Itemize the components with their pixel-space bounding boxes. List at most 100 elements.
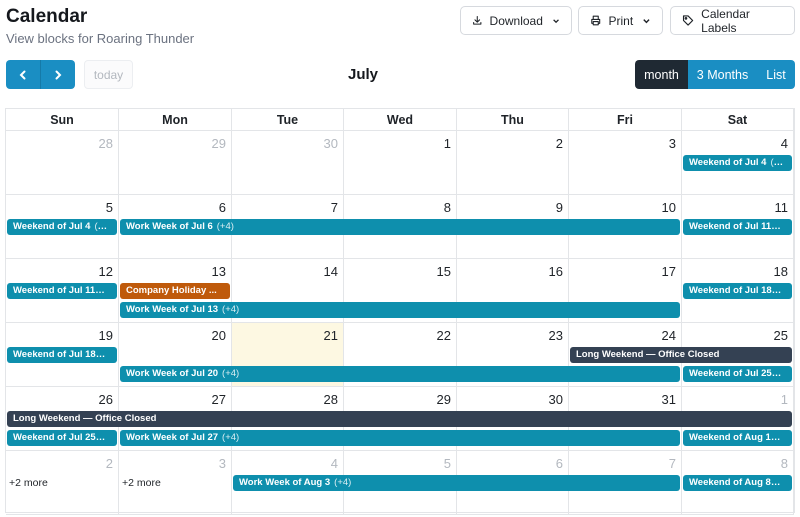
today-button[interactable]: today	[84, 60, 133, 89]
day-number[interactable]: 8	[781, 456, 788, 471]
event-title: Long Weekend — Office Closed	[13, 413, 157, 424]
day-number[interactable]: 28	[99, 136, 113, 151]
day-header-tue: Tue	[232, 109, 344, 131]
day-number[interactable]: 23	[549, 328, 563, 343]
event-bar[interactable]: Weekend of Jul 18 (+1)	[7, 347, 117, 363]
day-number[interactable]: 21	[324, 328, 338, 343]
day-number[interactable]: 5	[444, 456, 451, 471]
event-title: Work Week of Aug 3	[239, 477, 331, 488]
event-bar[interactable]: Weekend of Jul 18 (+1)	[683, 283, 792, 299]
day-cell[interactable]: 2	[457, 131, 569, 195]
day-number[interactable]: 4	[781, 136, 788, 151]
event-bar[interactable]: Weekend of Jul 25 (+1)	[7, 430, 117, 446]
day-number[interactable]: 15	[437, 264, 451, 279]
event-title: Weekend of Aug 1	[689, 432, 771, 443]
day-number[interactable]: 29	[212, 136, 226, 151]
next-month-button[interactable]	[40, 60, 75, 89]
event-bar[interactable]: Weekend of Jul 4 (+1)	[683, 155, 792, 171]
day-number[interactable]: 6	[556, 456, 563, 471]
day-number[interactable]: 22	[437, 328, 451, 343]
day-number[interactable]: 8	[444, 200, 451, 215]
day-number[interactable]: 1	[781, 392, 788, 407]
page-subtitle: View blocks for Roaring Thunder	[6, 31, 195, 46]
calendar-labels-label: Calendar Labels	[701, 6, 750, 35]
day-number[interactable]: 13	[212, 264, 226, 279]
day-number[interactable]: 2	[556, 136, 563, 151]
day-number[interactable]: 26	[99, 392, 113, 407]
download-button[interactable]: Download	[460, 6, 572, 35]
event-bar[interactable]: Work Week of Jul 6 (+4)	[120, 219, 680, 235]
event-count: (+4)	[222, 304, 240, 315]
more-events-link[interactable]: +2 more	[122, 477, 161, 489]
day-number[interactable]: 2	[106, 456, 113, 471]
day-cell[interactable]: 29	[119, 131, 232, 195]
view-month-button[interactable]: month	[635, 60, 688, 89]
event-title: Work Week of Jul 20	[126, 368, 219, 379]
event-count: (+4)	[222, 432, 240, 443]
chevron-down-icon	[553, 18, 559, 23]
event-count: (+1)	[775, 368, 792, 379]
day-number[interactable]: 30	[549, 392, 563, 407]
day-number[interactable]: 30	[324, 136, 338, 151]
day-number[interactable]: 14	[324, 264, 338, 279]
day-number[interactable]: 7	[669, 456, 676, 471]
event-title: Weekend of Jul 4	[689, 157, 767, 168]
event-count: (+1)	[99, 349, 117, 360]
day-number[interactable]: 29	[437, 392, 451, 407]
event-bar[interactable]: Weekend of Aug 8 (+1)	[683, 475, 792, 491]
day-number[interactable]: 31	[662, 392, 676, 407]
event-bar[interactable]: Work Week of Jul 20 (+4)	[120, 366, 680, 382]
day-number[interactable]: 3	[669, 136, 676, 151]
day-number[interactable]: 10	[662, 200, 676, 215]
day-number[interactable]: 16	[549, 264, 563, 279]
view-list-button[interactable]: List	[757, 60, 795, 89]
day-number[interactable]: 20	[212, 328, 226, 343]
event-bar[interactable]: Long Weekend — Office Closed	[7, 411, 792, 427]
day-cell[interactable]: 28	[6, 131, 119, 195]
event-count: (+1)	[94, 221, 112, 232]
print-button[interactable]: Print	[578, 6, 663, 35]
event-bar[interactable]: Weekend of Jul 11 (+1)	[683, 219, 792, 235]
event-count: (+1)	[774, 477, 792, 488]
chevron-down-icon	[643, 18, 650, 23]
day-number[interactable]: 11	[775, 200, 789, 215]
event-bar[interactable]: Work Week of Aug 3 (+4)	[233, 475, 680, 491]
download-icon	[473, 16, 482, 25]
day-number[interactable]: 12	[99, 264, 113, 279]
day-header-wed: Wed	[344, 109, 457, 131]
day-number[interactable]: 9	[556, 200, 563, 215]
day-number[interactable]: 17	[662, 264, 676, 279]
day-number[interactable]: 19	[99, 328, 113, 343]
event-count: (+1)	[99, 432, 117, 443]
more-events-link[interactable]: +2 more	[9, 477, 48, 489]
event-bar[interactable]: Work Week of Jul 27 (+4)	[120, 430, 680, 446]
day-cell[interactable]: 1	[344, 131, 457, 195]
event-bar[interactable]: Weekend of Aug 1 (+1)	[683, 430, 792, 446]
event-count: (+4)	[216, 221, 234, 232]
event-bar[interactable]: Weekend of Jul 25 (+1)	[683, 366, 792, 382]
day-number[interactable]: 5	[106, 200, 113, 215]
day-number[interactable]: 3	[219, 456, 226, 471]
nav-button-group	[6, 60, 75, 89]
day-cell[interactable]: 3	[569, 131, 682, 195]
day-cell[interactable]: 30	[232, 131, 344, 195]
day-number[interactable]: 24	[662, 328, 676, 343]
day-number[interactable]: 1	[444, 136, 451, 151]
view-3-months-button[interactable]: 3 Months	[688, 60, 757, 89]
page-title: Calendar	[6, 6, 88, 27]
event-bar[interactable]: Company Holiday ...	[120, 283, 230, 299]
day-number[interactable]: 28	[324, 392, 338, 407]
day-number[interactable]: 6	[219, 200, 226, 215]
event-bar[interactable]: Long Weekend — Office Closed	[570, 347, 792, 363]
calendar-labels-button[interactable]: Calendar Labels	[670, 6, 795, 35]
day-number[interactable]: 4	[331, 456, 338, 471]
day-number[interactable]: 7	[331, 200, 338, 215]
day-number[interactable]: 25	[774, 328, 788, 343]
event-bar[interactable]: Work Week of Jul 13 (+4)	[120, 302, 680, 318]
day-number[interactable]: 27	[212, 392, 226, 407]
month-grid: Sun Mon Tue Wed Thu Fri Sat 28 29 30 1 2 3 4 5 6 7 8 9 10 11…	[5, 108, 795, 515]
event-bar[interactable]: Weekend of Jul 4 (+1)	[7, 219, 117, 235]
day-number[interactable]: 18	[774, 264, 788, 279]
event-bar[interactable]: Weekend of Jul 11 (+1)	[7, 283, 117, 299]
prev-month-button[interactable]	[6, 60, 40, 89]
